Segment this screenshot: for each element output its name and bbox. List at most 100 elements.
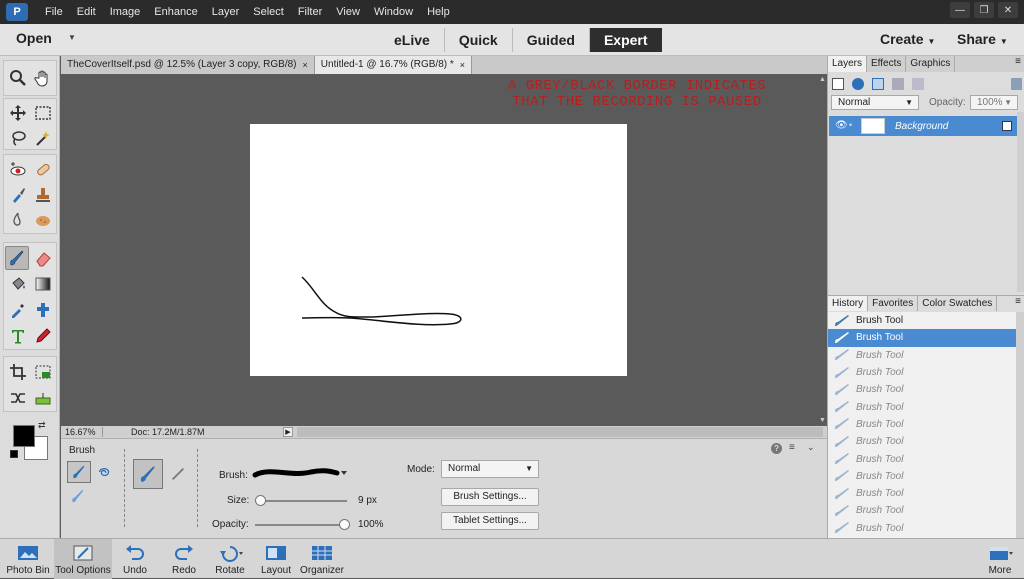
tab-favorites[interactable]: Favorites bbox=[868, 296, 919, 311]
sponge-tool-icon[interactable] bbox=[31, 208, 55, 232]
size-slider[interactable] bbox=[255, 495, 347, 506]
history-item[interactable]: Brush Tool bbox=[828, 312, 1016, 329]
opacity-slider-knob[interactable] bbox=[339, 519, 350, 530]
paint-bucket-icon[interactable] bbox=[6, 272, 30, 296]
tab-close-icon[interactable]: × bbox=[460, 56, 465, 74]
gradient-tool-icon[interactable] bbox=[31, 272, 55, 296]
brush-settings-button[interactable]: Brush Settings... bbox=[441, 488, 539, 506]
color-replacement-icon[interactable] bbox=[67, 485, 89, 507]
tablet-settings-button[interactable]: Tablet Settings... bbox=[441, 512, 539, 530]
image-canvas[interactable] bbox=[250, 124, 627, 376]
airbrush-icon[interactable] bbox=[167, 463, 189, 485]
history-item[interactable]: Brush Tool bbox=[828, 502, 1016, 519]
adjustment-layer-icon[interactable] bbox=[852, 78, 864, 90]
brush-variant-icon[interactable] bbox=[67, 461, 91, 483]
history-item[interactable]: Brush Tool bbox=[828, 450, 1016, 467]
pencil-tool-icon[interactable] bbox=[31, 324, 55, 348]
spot-healing-icon[interactable] bbox=[31, 158, 55, 182]
photo-bin-button[interactable]: Photo Bin bbox=[4, 539, 52, 579]
custom-shape-icon[interactable] bbox=[31, 298, 55, 322]
share-button[interactable]: Share ▼ bbox=[957, 31, 1008, 47]
brush-preset-picker[interactable] bbox=[251, 463, 351, 483]
default-colors-icon[interactable] bbox=[10, 450, 18, 458]
scroll-down-icon[interactable]: ▼ bbox=[819, 417, 826, 424]
horizontal-scrollbar[interactable] bbox=[297, 427, 823, 437]
move-tool-icon[interactable] bbox=[6, 101, 30, 125]
hand-tool-icon[interactable] bbox=[31, 66, 55, 90]
new-layer-icon[interactable] bbox=[832, 78, 844, 90]
layer-lock-icon[interactable] bbox=[1002, 121, 1012, 131]
lock-all-icon[interactable] bbox=[892, 78, 904, 90]
crop-tool-icon[interactable] bbox=[6, 360, 30, 384]
layer-opacity-field[interactable]: 100% ▼ bbox=[970, 95, 1018, 110]
layout-button[interactable]: Layout bbox=[257, 539, 295, 579]
layer-row-background[interactable]: 👁 • Background bbox=[829, 116, 1018, 136]
tool-options-button[interactable]: Tool Options bbox=[54, 539, 112, 579]
menu-image[interactable]: Image bbox=[103, 0, 148, 24]
swap-colors-icon[interactable]: ⇄ bbox=[38, 420, 46, 431]
opacity-slider[interactable] bbox=[255, 519, 350, 530]
tab-history[interactable]: History bbox=[828, 296, 869, 311]
vertical-scrollbar[interactable]: ▲ ▼ bbox=[817, 74, 827, 426]
history-item[interactable]: Brush Tool bbox=[828, 364, 1016, 381]
panel-menu-icon[interactable]: ≡ bbox=[1015, 56, 1024, 72]
collapse-panel-icon[interactable]: ⌄ bbox=[807, 442, 815, 453]
menu-enhance[interactable]: Enhance bbox=[147, 0, 204, 24]
history-scrollbar[interactable] bbox=[1016, 312, 1024, 538]
eraser-tool-icon[interactable] bbox=[31, 246, 55, 270]
close-icon[interactable]: ✕ bbox=[998, 2, 1018, 18]
eyedropper-icon[interactable] bbox=[6, 298, 30, 322]
history-item[interactable]: Brush Tool bbox=[828, 381, 1016, 398]
impressionist-brush-icon[interactable] bbox=[94, 461, 116, 483]
history-item[interactable]: Brush Tool bbox=[828, 468, 1016, 485]
tab-close-icon[interactable]: × bbox=[303, 56, 308, 74]
scroll-up-icon[interactable]: ▲ bbox=[819, 76, 826, 83]
menu-edit[interactable]: Edit bbox=[70, 0, 103, 24]
tab-layers[interactable]: Layers bbox=[828, 56, 868, 72]
open-button[interactable]: Open bbox=[16, 30, 52, 46]
history-item[interactable]: Brush Tool bbox=[828, 433, 1016, 450]
lock-transparency-icon[interactable] bbox=[912, 78, 924, 90]
history-item[interactable]: Brush Tool bbox=[828, 347, 1016, 364]
undo-button[interactable]: Undo bbox=[116, 539, 154, 579]
size-slider-knob[interactable] bbox=[255, 495, 266, 506]
menu-filter[interactable]: Filter bbox=[291, 0, 329, 24]
menu-window[interactable]: Window bbox=[367, 0, 420, 24]
zoom-level[interactable]: 16.67% bbox=[61, 427, 103, 437]
history-item[interactable]: Brush Tool bbox=[828, 485, 1016, 502]
blend-mode-select[interactable]: Normal ▼ bbox=[441, 460, 539, 478]
layers-scrollbar[interactable] bbox=[1017, 112, 1024, 292]
menu-view[interactable]: View bbox=[329, 0, 367, 24]
smart-brush-icon[interactable] bbox=[6, 183, 30, 207]
document-tab-cover[interactable]: TheCoverItself.psd @ 12.5% (Layer 3 copy… bbox=[61, 56, 315, 74]
clone-stamp-icon[interactable] bbox=[31, 183, 55, 207]
organizer-button[interactable]: Organizer bbox=[298, 539, 346, 579]
blur-tool-icon[interactable] bbox=[6, 208, 30, 232]
history-item[interactable]: Brush Tool bbox=[828, 520, 1016, 537]
mode-quick[interactable]: Quick bbox=[445, 28, 513, 52]
document-tab-untitled[interactable]: Untitled-1 @ 16.7% (RGB/8) * × bbox=[314, 56, 473, 74]
history-item[interactable]: Brush Tool bbox=[828, 398, 1016, 415]
visibility-eye-icon[interactable]: 👁 bbox=[835, 120, 848, 131]
menu-select[interactable]: Select bbox=[246, 0, 291, 24]
layer-blend-mode-select[interactable]: Normal ▼ bbox=[831, 95, 919, 110]
mode-expert[interactable]: Expert bbox=[589, 28, 662, 52]
content-aware-move-icon[interactable] bbox=[6, 386, 30, 410]
minimize-icon[interactable]: — bbox=[950, 2, 970, 18]
more-button[interactable]: More bbox=[980, 539, 1020, 579]
type-tool-icon[interactable] bbox=[6, 324, 30, 348]
airbrush-off-icon[interactable] bbox=[133, 459, 163, 489]
rotate-button[interactable]: Rotate bbox=[208, 539, 252, 579]
restore-icon[interactable]: ❐ bbox=[974, 2, 994, 18]
history-item-selected[interactable]: Brush Tool bbox=[828, 329, 1016, 347]
menu-file[interactable]: File bbox=[38, 0, 70, 24]
mode-guided[interactable]: Guided bbox=[513, 28, 590, 52]
mode-elive[interactable]: eLive bbox=[380, 28, 445, 52]
tab-graphics[interactable]: Graphics bbox=[906, 56, 956, 72]
trash-icon[interactable] bbox=[1011, 78, 1022, 90]
help-icon[interactable]: ? bbox=[771, 443, 782, 454]
straighten-tool-icon[interactable] bbox=[31, 386, 55, 410]
recompose-tool-icon[interactable] bbox=[31, 360, 55, 384]
red-eye-tool-icon[interactable] bbox=[6, 158, 30, 182]
tab-color-swatches[interactable]: Color Swatches bbox=[918, 296, 998, 311]
